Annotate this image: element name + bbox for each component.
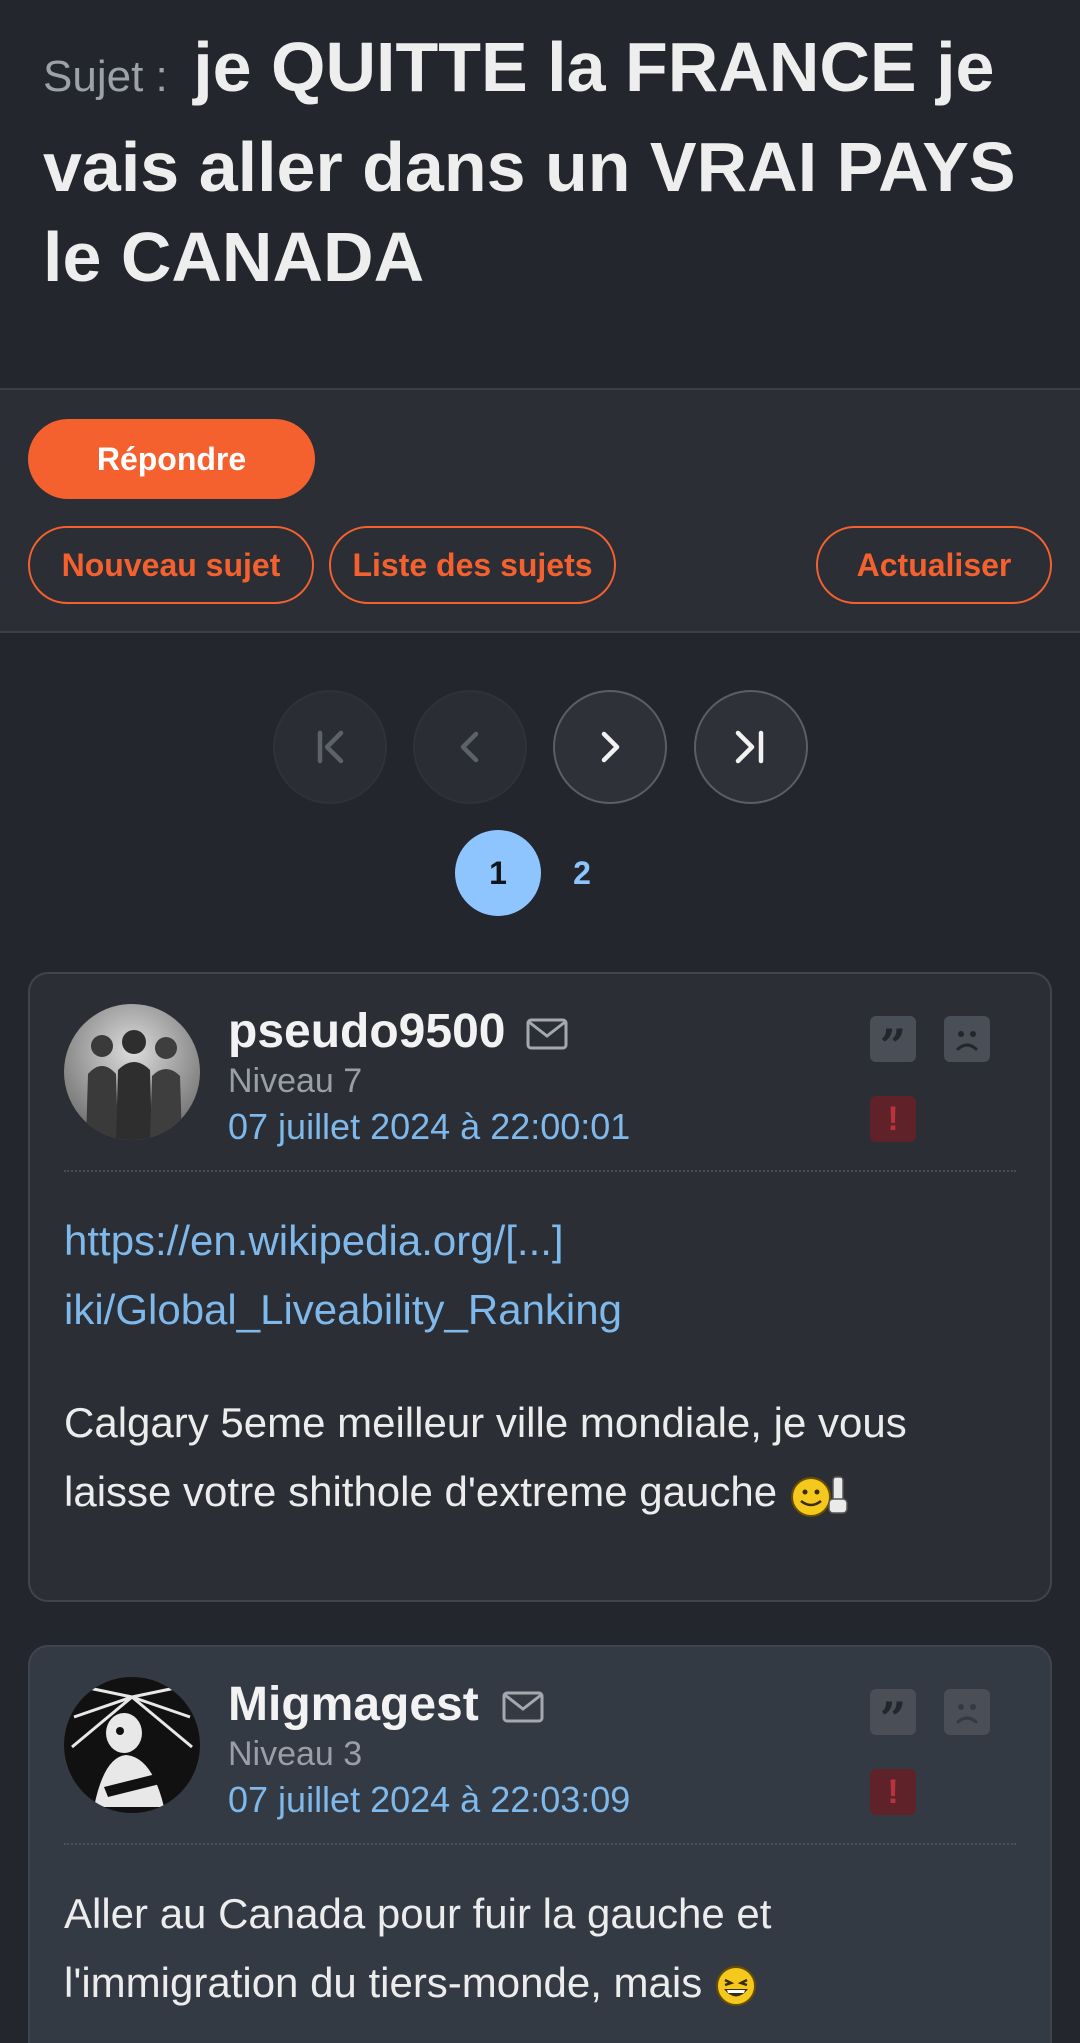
report-icon[interactable]: !: [870, 1096, 916, 1142]
last-page-icon: [735, 730, 764, 764]
post-divider: [64, 1170, 1016, 1172]
first-page-icon: [317, 730, 344, 764]
report-icon[interactable]: !: [870, 1769, 916, 1815]
sad-face-icon[interactable]: [944, 1689, 990, 1735]
first-page-button[interactable]: [273, 690, 387, 804]
mail-icon[interactable]: [526, 1018, 568, 1050]
chevron-left-icon: [460, 731, 479, 763]
topic-title: je QUITTE la FRANCE je vais aller dans u…: [43, 28, 1016, 296]
previous-page-button[interactable]: [413, 690, 527, 804]
page-title: Sujet : je QUITTE la FRANCE je vais alle…: [43, 22, 1053, 302]
chevron-right-icon: [601, 731, 620, 763]
post-card: pseudo9500 Niveau 7 07 juillet 2024 à 22…: [28, 972, 1052, 1602]
next-page-button[interactable]: [553, 690, 667, 804]
post-card: Migmagest Niveau 3 07 juillet 2024 à 22:…: [28, 1645, 1052, 2043]
topic-label: Sujet :: [43, 52, 168, 101]
page-2-link[interactable]: 2: [539, 830, 625, 916]
post-text: Aller au Canada pour fuir la gauche et l…: [64, 1890, 772, 2006]
quote-icon[interactable]: ”: [870, 1689, 916, 1742]
post-date[interactable]: 07 juillet 2024 à 22:00:01: [228, 1106, 630, 1148]
post-username[interactable]: pseudo9500: [228, 1004, 505, 1059]
post-level: Niveau 7: [228, 1062, 363, 1100]
post-link[interactable]: https://en.wikipedia.org/[...] iki/Global…: [64, 1206, 1016, 1344]
laughing-face-icon: [715, 1965, 756, 2006]
post-text: Calgary 5eme meilleur ville mondiale, je…: [64, 1399, 907, 1515]
post-username[interactable]: Migmagest: [228, 1677, 479, 1732]
post-content: Aller au Canada pour fuir la gauche et l…: [64, 1879, 1016, 2017]
page-1-link[interactable]: 1: [455, 830, 541, 916]
quote-icon[interactable]: ”: [870, 1016, 916, 1069]
avatar[interactable]: [64, 1004, 200, 1140]
smiley-thumbs-up-icon: [790, 1476, 848, 1517]
topic-actions: Répondre Nouveau sujet Liste des sujets …: [0, 390, 1080, 633]
mail-icon[interactable]: [502, 1691, 544, 1723]
post-divider: [64, 1843, 1016, 1845]
topic-header: Sujet : je QUITTE la FRANCE je vais alle…: [0, 0, 1080, 390]
new-topic-button[interactable]: Nouveau sujet: [28, 526, 314, 604]
topic-list-button[interactable]: Liste des sujets: [329, 526, 616, 604]
post-content: https://en.wikipedia.org/[...] iki/Global…: [64, 1206, 1016, 1526]
post-level: Niveau 3: [228, 1735, 363, 1773]
post-date[interactable]: 07 juillet 2024 à 22:03:09: [228, 1779, 630, 1821]
refresh-button[interactable]: Actualiser: [816, 526, 1052, 604]
sad-face-icon[interactable]: [944, 1016, 990, 1062]
last-page-button[interactable]: [694, 690, 808, 804]
avatar[interactable]: [64, 1677, 200, 1813]
reply-button[interactable]: Répondre: [28, 419, 315, 499]
